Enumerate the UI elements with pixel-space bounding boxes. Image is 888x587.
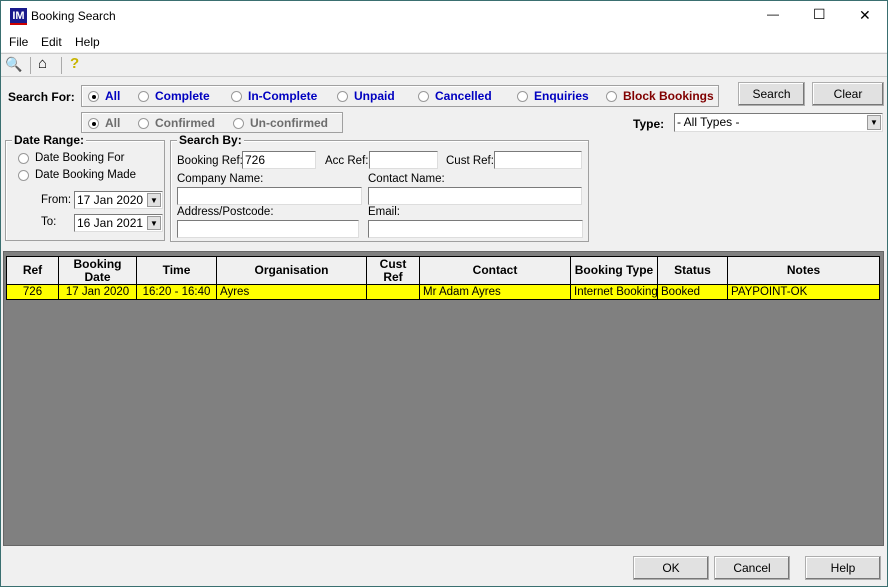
minimize-button[interactable]: — — [767, 7, 779, 21]
radio-confirm-all[interactable]: All — [88, 116, 120, 130]
radio-block-bookings[interactable]: Block Bookings — [606, 89, 714, 103]
menu-help[interactable]: Help — [75, 35, 100, 49]
radio-date-booking-made[interactable]: Date Booking Made — [18, 169, 136, 181]
radio-cancelled[interactable]: Cancelled — [418, 89, 492, 103]
to-date-picker[interactable]: 16 Jan 2021 ▼ — [74, 214, 163, 232]
table-cell[interactable]: PAYPOINT-OK — [728, 285, 880, 300]
to-date-value: 16 Jan 2021 — [77, 216, 144, 230]
menu-bar: File Edit Help — [1, 33, 887, 52]
column-header-label: Status — [674, 263, 711, 277]
table-cell[interactable]: Booked — [658, 285, 728, 300]
column-header-label: Contact — [472, 263, 518, 277]
search-by-legend: Search By: — [177, 133, 244, 147]
column-header[interactable]: Notes — [728, 256, 880, 285]
title-bar: IM Booking Search — ☐ ✕ — [1, 1, 887, 33]
home-icon[interactable]: ⌂ — [38, 55, 47, 72]
chevron-down-icon[interactable]: ▼ — [147, 193, 161, 207]
table-cell[interactable]: 726 — [6, 285, 59, 300]
from-date-picker[interactable]: 17 Jan 2020 ▼ — [74, 191, 163, 209]
table-cell[interactable]: Mr Adam Ayres — [420, 285, 571, 300]
address-input[interactable] — [177, 220, 359, 238]
help-icon[interactable]: ? — [70, 55, 79, 72]
from-label: From: — [41, 194, 72, 206]
radio-unconfirmed[interactable]: Un-confirmed — [233, 116, 328, 130]
column-header[interactable]: Time — [137, 256, 217, 285]
column-header-label: Organisation — [254, 263, 329, 277]
maximize-button[interactable]: ☐ — [813, 6, 826, 23]
close-button[interactable]: ✕ — [859, 7, 871, 24]
search-for-label: Search For: — [8, 90, 75, 104]
column-header-label: Ref — [22, 263, 43, 277]
address-label: Address/Postcode: — [177, 206, 274, 218]
menu-file[interactable]: File — [9, 35, 28, 49]
acc-ref-input[interactable] — [369, 151, 438, 169]
radio-in-complete[interactable]: In-Complete — [231, 89, 317, 103]
radio-confirmed[interactable]: Confirmed — [138, 116, 215, 130]
contact-name-label: Contact Name: — [368, 173, 445, 185]
column-header-label: Booking Type — [574, 263, 654, 277]
column-header[interactable]: Cust Ref — [367, 256, 420, 285]
column-header[interactable]: Booking Date — [59, 256, 137, 285]
column-header[interactable]: Organisation — [217, 256, 367, 285]
chevron-down-icon[interactable]: ▼ — [147, 216, 161, 230]
search-button[interactable]: Search — [738, 82, 805, 106]
menu-edit[interactable]: Edit — [41, 35, 62, 49]
radio-date-booking-for[interactable]: Date Booking For — [18, 152, 125, 164]
radio-unpaid[interactable]: Unpaid — [337, 89, 395, 103]
table-cell[interactable] — [367, 285, 420, 300]
type-select[interactable]: - All Types - ▼ — [674, 113, 883, 132]
ok-button[interactable]: OK — [633, 556, 709, 580]
table-cell[interactable]: 16:20 - 16:40 — [137, 285, 217, 300]
cust-ref-label: Cust Ref: — [446, 155, 494, 167]
to-label: To: — [41, 216, 57, 228]
toolbar: 🔍 ⌂ ? — [1, 53, 887, 77]
acc-ref-label: Acc Ref: — [325, 155, 369, 167]
column-header-label: Cust Ref — [379, 256, 407, 284]
email-label: Email: — [368, 206, 400, 218]
window-title: Booking Search — [31, 9, 116, 23]
contact-name-input[interactable] — [368, 187, 582, 205]
help-button[interactable]: Help — [805, 556, 881, 580]
radio-enquiries[interactable]: Enquiries — [517, 89, 589, 103]
company-name-input[interactable] — [177, 187, 362, 205]
from-date-value: 17 Jan 2020 — [77, 193, 144, 207]
column-header[interactable]: Ref — [6, 256, 59, 285]
results-grid[interactable]: Ref Booking Date Time Organisation Cust Ref C… — [3, 251, 884, 546]
separator — [30, 57, 31, 74]
app-logo: IM — [10, 8, 27, 25]
table-cell[interactable]: Ayres — [217, 285, 367, 300]
radio-complete[interactable]: Complete — [138, 89, 210, 103]
type-label: Type: — [633, 117, 665, 131]
cust-ref-input[interactable] — [494, 151, 582, 169]
booking-ref-input[interactable]: 726 — [242, 151, 316, 169]
search-icon[interactable]: 🔍 — [5, 56, 22, 73]
company-name-label: Company Name: — [177, 173, 264, 185]
clear-button[interactable]: Clear — [812, 82, 884, 106]
chevron-down-icon[interactable]: ▼ — [867, 115, 881, 130]
column-header[interactable]: Booking Type — [571, 256, 658, 285]
radio-all[interactable]: All — [88, 89, 120, 103]
email-input[interactable] — [368, 220, 583, 238]
column-header[interactable]: Status — [658, 256, 728, 285]
column-header-label: Notes — [786, 263, 821, 277]
date-range-legend: Date Range: — [12, 133, 87, 147]
type-value: - All Types - — [677, 115, 740, 129]
separator — [61, 57, 62, 74]
column-header[interactable]: Contact — [420, 256, 571, 285]
column-header-label: Time — [162, 263, 191, 277]
column-header-label: Booking Date — [73, 256, 122, 284]
table-cell[interactable]: Internet Booking — [571, 285, 658, 300]
table-cell[interactable]: 17 Jan 2020 — [59, 285, 137, 300]
cancel-button[interactable]: Cancel — [714, 556, 790, 580]
booking-ref-label: Booking Ref: — [177, 155, 243, 167]
